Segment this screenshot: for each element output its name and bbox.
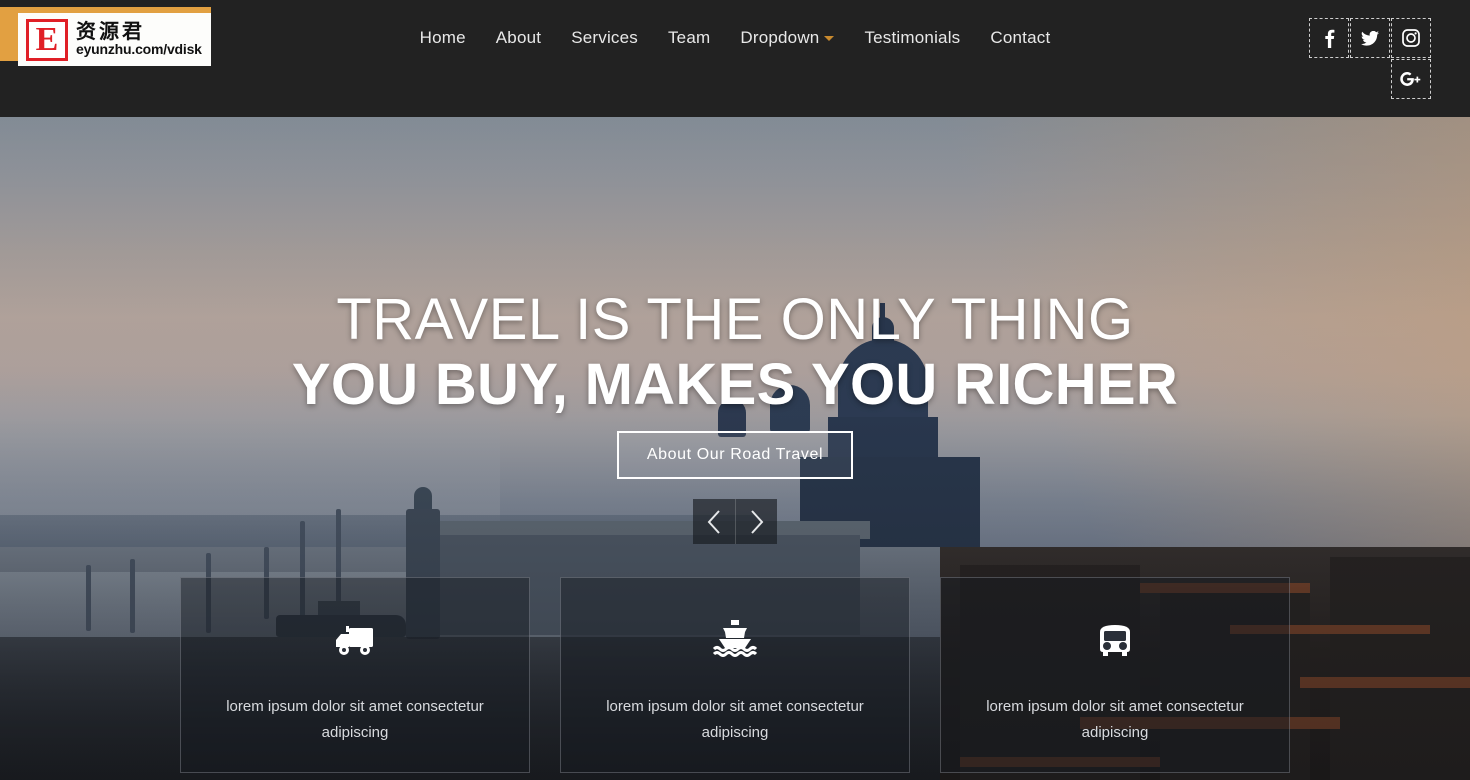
nav-item-dropdown[interactable]: Dropdown xyxy=(740,28,835,48)
hero-heading-line-2: YOU BUY, MAKES YOU RICHER xyxy=(291,352,1179,417)
logo-plate: E 资源君 eyunzhu.com/vdisk xyxy=(18,13,211,66)
page-root: TRAVEL IS THE ONLY THING YOU BUY, MAKES … xyxy=(0,0,1470,780)
social-link-facebook[interactable] xyxy=(1309,18,1349,58)
chevron-left-icon xyxy=(707,509,720,534)
social-link-twitter[interactable] xyxy=(1350,18,1390,58)
hero-heading-line-1: TRAVEL IS THE ONLY THING xyxy=(336,287,1134,352)
logo-url-text: eyunzhu.com/vdisk xyxy=(76,41,202,58)
social-link-instagram[interactable] xyxy=(1391,18,1431,58)
main-navigation: Home About Services Team Dropdown Testim… xyxy=(0,0,1470,76)
feature-card[interactable]: lorem ipsum dolor sit amet consectetur a… xyxy=(180,577,530,773)
instagram-icon xyxy=(1402,29,1420,47)
truck-icon xyxy=(332,608,378,658)
feature-card-text: lorem ipsum dolor sit amet consectetur a… xyxy=(986,698,1244,741)
twitter-icon xyxy=(1361,30,1379,46)
feature-card[interactable]: lorem ipsum dolor sit amet consectetur a… xyxy=(940,577,1290,773)
nav-item-testimonials[interactable]: Testimonials xyxy=(864,28,960,48)
feature-card-text: lorem ipsum dolor sit amet consectetur a… xyxy=(226,698,484,741)
facebook-icon xyxy=(1324,29,1334,48)
carousel-controls xyxy=(693,499,777,544)
social-link-google-plus[interactable] xyxy=(1391,59,1431,99)
carousel-next-button[interactable] xyxy=(735,499,777,544)
google-plus-icon xyxy=(1400,72,1421,86)
logo-chinese-text: 资源君 xyxy=(76,19,145,44)
bus-icon xyxy=(1094,608,1136,658)
feature-card-text: lorem ipsum dolor sit amet consectetur a… xyxy=(606,698,864,741)
ship-icon xyxy=(711,608,759,658)
hero-cta-button[interactable]: About Our Road Travel xyxy=(617,431,853,479)
hero-content: TRAVEL IS THE ONLY THING YOU BUY, MAKES … xyxy=(0,117,1470,780)
social-links xyxy=(1307,18,1431,99)
hero-section: TRAVEL IS THE ONLY THING YOU BUY, MAKES … xyxy=(0,117,1470,780)
carousel-prev-button[interactable] xyxy=(693,499,735,544)
chevron-right-icon xyxy=(750,509,763,534)
nav-item-services[interactable]: Services xyxy=(571,28,638,48)
logo-letter-e: E xyxy=(26,18,68,61)
nav-item-team[interactable]: Team xyxy=(668,28,710,48)
site-header: Home About Services Team Dropdown Testim… xyxy=(0,0,1470,117)
nav-item-dropdown-label: Dropdown xyxy=(740,28,820,47)
feature-card[interactable]: lorem ipsum dolor sit amet consectetur a… xyxy=(560,577,910,773)
nav-item-contact[interactable]: Contact xyxy=(990,28,1050,48)
chevron-down-icon xyxy=(824,35,835,41)
logo-text-block: 资源君 eyunzhu.com/vdisk xyxy=(76,21,202,57)
nav-item-home[interactable]: Home xyxy=(420,28,466,48)
site-logo-watermark: E 资源君 eyunzhu.com/vdisk xyxy=(0,0,211,66)
feature-cards: lorem ipsum dolor sit amet consectetur a… xyxy=(180,577,1290,773)
nav-item-about[interactable]: About xyxy=(496,28,541,48)
